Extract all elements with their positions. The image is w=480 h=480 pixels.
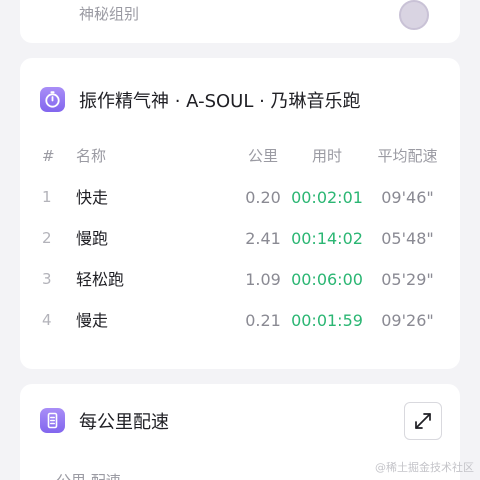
row-name: 慢跑 [76, 229, 109, 248]
row-index: 1 [42, 188, 52, 206]
row-distance: 0.21 [245, 311, 281, 330]
row-name: 轻松跑 [76, 270, 125, 289]
column-header-name: 名称 [76, 147, 107, 165]
row-index: 3 [42, 270, 52, 288]
pace-title: 每公里配速 [79, 412, 169, 433]
run-segments-card: 振作精气神 · A-SOUL · 乃琳音乐跑 # 名称 公里 用时 平均配速 1… [20, 58, 460, 369]
stopwatch-icon [40, 87, 65, 112]
list-chart-icon [40, 408, 65, 433]
expand-button[interactable] [404, 402, 442, 440]
row-duration: 00:01:59 [291, 311, 363, 330]
column-header-index: # [42, 147, 55, 165]
group-subtitle: 神秘组别 [79, 5, 140, 23]
watermark: @稀土掘金技术社区 [375, 461, 474, 474]
row-index: 4 [42, 311, 52, 329]
row-distance: 2.41 [245, 229, 281, 248]
avatar[interactable] [399, 0, 429, 30]
table-row: 4 慢走 0.21 00:01:59 09'26" [20, 300, 460, 341]
run-title: 振作精气神 · A-SOUL · 乃琳音乐跑 [79, 91, 361, 112]
table-header: # 名称 公里 用时 平均配速 [20, 136, 460, 177]
row-index: 2 [42, 229, 52, 247]
column-header-distance: 公里 [247, 147, 278, 165]
row-name: 快走 [76, 188, 109, 207]
row-pace: 09'46" [381, 188, 434, 207]
row-distance: 1.09 [245, 270, 281, 289]
column-header-pace: 平均配速 [377, 147, 438, 165]
row-pace: 09'26" [381, 311, 434, 330]
row-duration: 00:06:00 [291, 270, 363, 289]
column-header-duration: 用时 [311, 147, 342, 165]
row-distance: 0.20 [245, 188, 281, 207]
row-pace: 05'29" [381, 270, 434, 289]
group-card: 神秘组别 [20, 0, 460, 43]
row-pace: 05'48" [381, 229, 434, 248]
segments-table: # 名称 公里 用时 平均配速 1 快走 0.20 00:02:01 09'46… [20, 136, 460, 341]
table-row: 3 轻松跑 1.09 00:06:00 05'29" [20, 259, 460, 300]
expand-icon [415, 413, 431, 429]
pace-sub-header: 公里 配速 [56, 470, 121, 480]
row-duration: 00:14:02 [291, 229, 363, 248]
row-name: 慢走 [76, 311, 109, 330]
table-row: 2 慢跑 2.41 00:14:02 05'48" [20, 218, 460, 259]
row-duration: 00:02:01 [291, 188, 363, 207]
table-row: 1 快走 0.20 00:02:01 09'46" [20, 177, 460, 218]
